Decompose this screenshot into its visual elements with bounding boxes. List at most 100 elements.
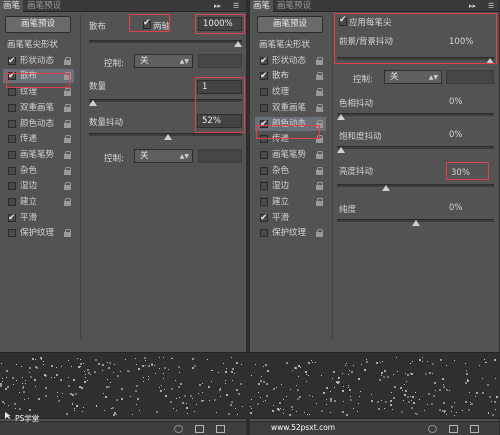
brush-presets-button[interactable]: 画笔预设: [5, 16, 71, 33]
scatter-slider-thumb[interactable]: [234, 41, 242, 47]
lock-icon[interactable]: [316, 229, 324, 238]
brush-tip-shape-item[interactable]: 画笔笔尖形状: [259, 38, 330, 52]
option-checkbox[interactable]: [8, 54, 16, 68]
lock-icon[interactable]: [64, 229, 72, 238]
saturation-jitter-value[interactable]: 0%: [449, 130, 463, 140]
toggle-preview-icon[interactable]: [174, 425, 183, 433]
option-label: 纹理: [272, 87, 290, 98]
lock-icon[interactable]: [64, 56, 72, 65]
toggle-preview-icon[interactable]: [428, 425, 437, 433]
new-preset-icon[interactable]: [470, 425, 479, 433]
option-checkbox[interactable]: [8, 166, 16, 175]
brush-option-item[interactable]: 散布: [255, 69, 326, 83]
hue-jitter-slider-track[interactable]: [337, 113, 494, 116]
option-checkbox[interactable]: [260, 69, 268, 83]
saturation-jitter-slider-track[interactable]: [337, 146, 494, 149]
brush-option-item[interactable]: 湿边: [3, 179, 74, 193]
control-dropdown[interactable]: 关 ▲▼: [384, 70, 442, 84]
brush-option-item[interactable]: 保护纹理: [3, 226, 74, 240]
brush-option-item[interactable]: 颜色动态: [3, 117, 74, 131]
double-arrow-icon[interactable]: ▸▸: [214, 1, 221, 11]
lock-icon[interactable]: [316, 56, 324, 65]
brush-option-item[interactable]: 传递: [3, 132, 74, 146]
panel-menu-icon[interactable]: ☰: [488, 1, 494, 11]
option-checkbox[interactable]: [260, 198, 268, 206]
control-dropdown-2[interactable]: 关 ▲▼: [134, 149, 193, 163]
option-checkbox[interactable]: [260, 211, 268, 225]
brush-presets-button[interactable]: 画笔预设: [257, 16, 323, 33]
brush-tip-shape-item[interactable]: 画笔笔尖形状: [7, 38, 78, 52]
hue-jitter-value[interactable]: 0%: [449, 97, 463, 107]
lock-icon[interactable]: [316, 150, 324, 159]
grid-icon[interactable]: [449, 425, 458, 433]
brush-option-item[interactable]: 形状动态: [255, 54, 326, 68]
brush-option-item[interactable]: 平滑: [3, 211, 74, 225]
option-checkbox[interactable]: [8, 182, 16, 191]
option-checkbox[interactable]: [260, 182, 268, 191]
lock-icon[interactable]: [316, 182, 324, 191]
control-value: 关: [140, 56, 149, 66]
lock-icon[interactable]: [64, 198, 72, 206]
panel-menu-icon[interactable]: ☰: [233, 1, 239, 11]
count-slider-thumb[interactable]: [89, 100, 97, 106]
option-checkbox[interactable]: [260, 88, 268, 97]
brush-option-item[interactable]: 画笔笔势: [255, 148, 326, 162]
option-checkbox[interactable]: [8, 211, 16, 225]
hue-jitter-slider-thumb[interactable]: [337, 114, 345, 120]
lock-icon[interactable]: [316, 88, 324, 97]
option-checkbox[interactable]: [8, 229, 16, 238]
lock-icon[interactable]: [64, 182, 72, 191]
lock-icon[interactable]: [316, 166, 324, 175]
option-checkbox[interactable]: [8, 135, 16, 144]
brush-option-item[interactable]: 杂色: [255, 164, 326, 178]
purity-slider-thumb[interactable]: [411, 220, 420, 226]
lock-icon[interactable]: [64, 150, 72, 159]
brush-option-item[interactable]: 双重画笔: [3, 101, 74, 115]
control-dropdown[interactable]: 关 ▲▼: [134, 54, 193, 68]
control-extra-field: [198, 54, 242, 68]
brush-option-item[interactable]: 湿边: [255, 179, 326, 193]
option-checkbox[interactable]: [260, 103, 268, 112]
option-label: 建立: [20, 197, 38, 207]
count-jitter-slider-thumb[interactable]: [164, 134, 173, 140]
lock-icon[interactable]: [64, 119, 72, 128]
option-checkbox[interactable]: [260, 150, 268, 159]
saturation-jitter-slider-thumb[interactable]: [337, 147, 345, 153]
lock-icon[interactable]: [316, 198, 324, 206]
tab-brush-presets[interactable]: 画笔预设: [274, 0, 314, 12]
tab-brush-presets[interactable]: 画笔预设: [24, 0, 64, 12]
brush-option-item[interactable]: 形状动态: [3, 54, 74, 68]
option-checkbox[interactable]: [8, 88, 16, 97]
brush-option-item[interactable]: 杂色: [3, 164, 74, 178]
scatter-slider-track[interactable]: [89, 40, 242, 43]
lock-icon[interactable]: [64, 103, 72, 112]
brush-option-item[interactable]: 画笔笔势: [3, 148, 74, 162]
brush-option-item[interactable]: 纹理: [255, 85, 326, 99]
new-preset-icon[interactable]: [216, 425, 225, 433]
purity-value[interactable]: 0%: [449, 203, 463, 213]
option-checkbox[interactable]: [8, 150, 16, 159]
brightness-jitter-slider-thumb[interactable]: [381, 185, 390, 191]
brightness-jitter-slider-track[interactable]: [337, 184, 494, 187]
brush-option-item[interactable]: 建立: [3, 195, 74, 209]
lock-icon[interactable]: [64, 166, 72, 175]
brush-option-item[interactable]: 双重画笔: [255, 101, 326, 115]
lock-icon[interactable]: [316, 72, 324, 81]
option-checkbox[interactable]: [8, 198, 16, 206]
brush-option-item[interactable]: 保护纹理: [255, 226, 326, 240]
brush-option-item[interactable]: 建立: [255, 195, 326, 209]
option-checkbox[interactable]: [8, 119, 16, 128]
lock-icon[interactable]: [64, 88, 72, 97]
tab-brush[interactable]: 画笔: [0, 0, 24, 12]
lock-icon[interactable]: [64, 135, 72, 144]
option-checkbox[interactable]: [260, 54, 268, 68]
tab-brush[interactable]: 画笔: [250, 0, 274, 12]
option-checkbox[interactable]: [260, 229, 268, 238]
double-arrow-icon[interactable]: ▸▸: [469, 1, 476, 11]
option-checkbox[interactable]: [8, 103, 16, 112]
brush-stroke-preview: [0, 352, 247, 419]
brush-option-item[interactable]: 平滑: [255, 211, 326, 225]
lock-icon[interactable]: [316, 103, 324, 112]
option-checkbox[interactable]: [260, 166, 268, 175]
grid-icon[interactable]: [195, 425, 204, 433]
